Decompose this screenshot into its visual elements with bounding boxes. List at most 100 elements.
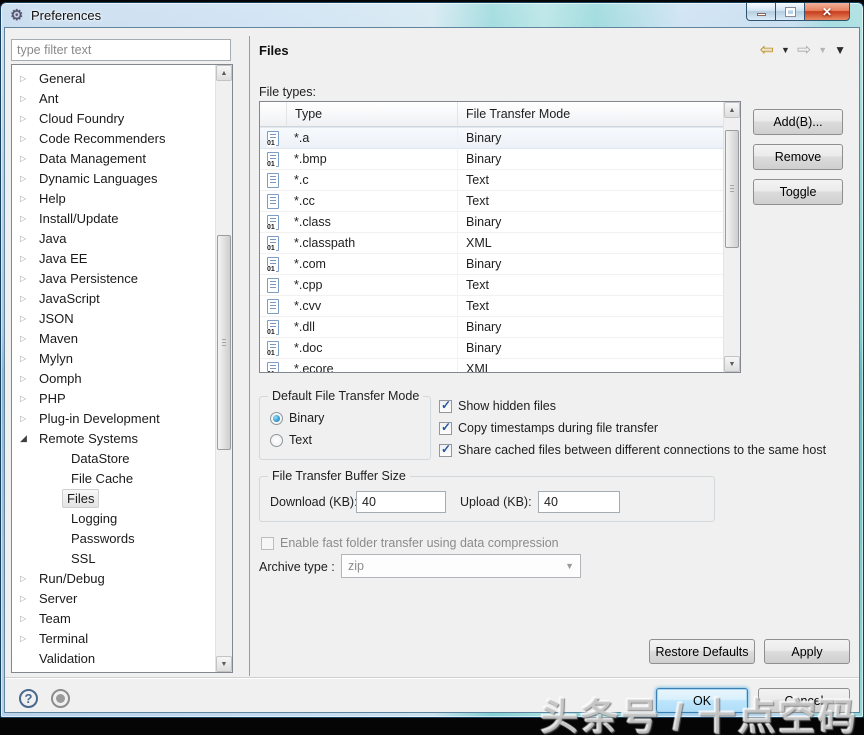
tree-item[interactable]: Java Persistence [12, 268, 215, 288]
tree-item[interactable]: Code Recommenders [12, 128, 215, 148]
tree-item[interactable]: PHP [12, 388, 215, 408]
tree-item[interactable]: Plug-in Development [12, 408, 215, 428]
help-button[interactable] [19, 689, 38, 708]
tree-item[interactable]: Mylyn [12, 348, 215, 368]
table-row[interactable]: *.bmp Binary [260, 149, 723, 170]
minimize-button[interactable] [746, 3, 776, 21]
tree-item[interactable]: JSON [12, 308, 215, 328]
column-header-icon[interactable] [260, 102, 286, 126]
filter-input[interactable] [11, 39, 231, 61]
tree-expander-icon[interactable] [20, 634, 35, 643]
tree-item[interactable]: Remote Systems [12, 428, 215, 448]
tree-item[interactable]: DataStore [12, 448, 215, 468]
tree-expander-icon[interactable] [20, 134, 35, 143]
cancel-button[interactable]: Cancel [758, 688, 850, 713]
add-button[interactable]: Add(B)... [753, 109, 843, 135]
tree-expander-icon[interactable] [20, 334, 35, 343]
back-history-menu-icon[interactable] [781, 45, 790, 55]
table-row[interactable]: *.cc Text [260, 191, 723, 212]
tree-item-selected[interactable]: Files [12, 488, 215, 508]
tree-item[interactable]: Java [12, 228, 215, 248]
tree-item[interactable]: Data Management [12, 148, 215, 168]
close-button[interactable] [804, 3, 850, 21]
tree-expander-icon[interactable] [20, 433, 35, 444]
tree-expander-icon[interactable] [20, 614, 35, 623]
maximize-button[interactable] [776, 3, 804, 21]
tree-expander-icon[interactable] [20, 374, 35, 383]
tree-expander-icon[interactable] [20, 574, 35, 583]
radio-option[interactable]: Text [270, 433, 312, 447]
tree-item[interactable]: Passwords [12, 528, 215, 548]
tree-item[interactable]: Logging [12, 508, 215, 528]
tree-item[interactable]: Maven [12, 328, 215, 348]
tree-item[interactable]: SSL [12, 548, 215, 568]
tree-expander-icon[interactable] [20, 274, 35, 283]
tree-item[interactable]: General [12, 68, 215, 88]
table-row[interactable]: *.c Text [260, 170, 723, 191]
tree-expander-icon[interactable] [20, 594, 35, 603]
scroll-down-icon[interactable] [216, 656, 232, 672]
download-kb-field[interactable] [356, 491, 446, 513]
table-row[interactable]: *.com Binary [260, 254, 723, 275]
toggle-button[interactable]: Toggle [753, 179, 843, 205]
table-row[interactable]: *.a Binary [260, 127, 723, 149]
tree-item[interactable]: Help [12, 188, 215, 208]
table-scrollbar[interactable] [723, 102, 740, 372]
table-row[interactable]: *.dll Binary [260, 317, 723, 338]
table-row[interactable]: *.class Binary [260, 212, 723, 233]
tree-item[interactable]: Ant [12, 88, 215, 108]
apply-button[interactable]: Apply [764, 639, 850, 664]
tree-expander-icon[interactable] [20, 314, 35, 323]
recorder-toggle-button[interactable] [51, 689, 70, 708]
tree-expander-icon[interactable] [20, 214, 35, 223]
tree-expander-icon[interactable] [20, 354, 35, 363]
table-row[interactable]: *.classpath XML [260, 233, 723, 254]
panel-divider[interactable] [249, 36, 250, 676]
tree-expander-icon[interactable] [20, 174, 35, 183]
tree-expander-icon[interactable] [20, 254, 35, 263]
tree-expander-icon[interactable] [20, 194, 35, 203]
titlebar[interactable]: Preferences [1, 3, 863, 28]
tree-scrollbar[interactable] [215, 65, 232, 672]
tree-item[interactable]: Install/Update [12, 208, 215, 228]
scroll-up-icon[interactable] [216, 65, 232, 81]
tree-item[interactable]: Server [12, 588, 215, 608]
back-icon[interactable] [760, 41, 774, 58]
upload-kb-field[interactable] [538, 491, 620, 513]
table-scrollbar-thumb[interactable] [725, 130, 739, 248]
tree-item[interactable]: Team [12, 608, 215, 628]
checkbox-option[interactable]: Copy timestamps during file transfer [439, 417, 826, 439]
column-header-type[interactable]: Type [286, 102, 457, 126]
tree-item[interactable]: Terminal [12, 628, 215, 648]
tree-expander-icon[interactable] [20, 234, 35, 243]
tree-item[interactable]: Dynamic Languages [12, 168, 215, 188]
tree-item[interactable]: Validation [12, 648, 215, 668]
tree-expander-icon[interactable] [20, 414, 35, 423]
tree-expander-icon[interactable] [20, 294, 35, 303]
view-menu-icon[interactable] [834, 45, 846, 55]
checkbox-option[interactable]: Show hidden files [439, 395, 826, 417]
tree-item[interactable]: Oomph [12, 368, 215, 388]
tree-expander-icon[interactable] [20, 114, 35, 123]
tree-item[interactable]: Run/Debug [12, 568, 215, 588]
tree-expander-icon[interactable] [20, 154, 35, 163]
tree-expander-icon[interactable] [20, 74, 35, 83]
ok-button[interactable]: OK [656, 688, 748, 713]
tree-item[interactable]: Java EE [12, 248, 215, 268]
table-row[interactable]: *.cvv Text [260, 296, 723, 317]
radio-option[interactable]: Binary [270, 411, 324, 425]
scroll-down-icon[interactable] [724, 356, 740, 372]
column-header-mode[interactable]: File Transfer Mode [457, 102, 740, 126]
remove-button[interactable]: Remove [753, 144, 843, 170]
tree-scrollbar-thumb[interactable] [217, 235, 231, 450]
table-row[interactable]: *.ecore XML [260, 359, 723, 373]
tree-expander-icon[interactable] [20, 394, 35, 403]
restore-defaults-button[interactable]: Restore Defaults [649, 639, 755, 664]
tree-item[interactable]: Cloud Foundry [12, 108, 215, 128]
table-row[interactable]: *.doc Binary [260, 338, 723, 359]
tree-item[interactable]: File Cache [12, 468, 215, 488]
tree-expander-icon[interactable] [20, 94, 35, 103]
tree-item[interactable]: JavaScript [12, 288, 215, 308]
scroll-up-icon[interactable] [724, 102, 740, 118]
checkbox-option[interactable]: Share cached files between different con… [439, 439, 826, 461]
